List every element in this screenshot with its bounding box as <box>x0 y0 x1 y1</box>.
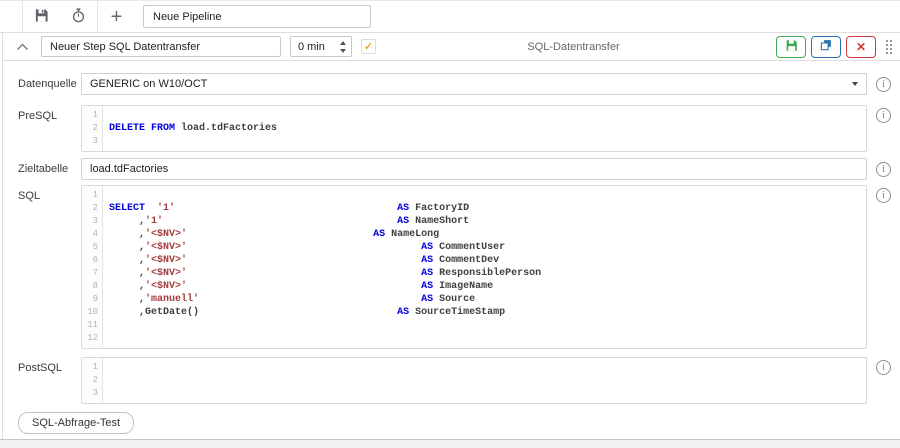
zieltabelle-label: Zieltabelle <box>3 163 81 175</box>
zieltabelle-info-icon[interactable]: i <box>876 162 891 177</box>
sql-editor[interactable]: 123456789101112 SELECT '1' AS FactoryID … <box>81 185 867 349</box>
presql-gutter: 123 <box>82 106 103 151</box>
postsql-editor[interactable]: 123 <box>81 357 867 404</box>
step-type-label: SQL-Datentransfer <box>376 41 771 53</box>
step-panel: 0 min ✓ SQL-Datentransfer <box>2 33 900 439</box>
datenquelle-info-icon[interactable]: i <box>876 77 891 92</box>
step-name-input[interactable] <box>41 36 281 57</box>
postsql-label: PostSQL <box>3 357 81 374</box>
datenquelle-value: GENERIC on W10/OCT <box>90 78 207 90</box>
plus-icon: + <box>111 7 123 27</box>
spinner-down-icon[interactable] <box>340 49 346 53</box>
toolbar-spacer <box>0 1 23 32</box>
step-save-button[interactable] <box>776 36 806 58</box>
step-form: Datenquelle GENERIC on W10/OCT i PreSQL … <box>3 61 900 439</box>
pipeline-name-input[interactable] <box>143 5 371 28</box>
presql-editor[interactable]: 123 DELETE FROM load.tdFactories <box>81 105 867 152</box>
add-step-button[interactable]: + <box>98 1 135 32</box>
duration-spinner[interactable] <box>335 37 351 56</box>
presql-code[interactable]: DELETE FROM load.tdFactories <box>103 106 866 151</box>
datenquelle-select[interactable]: GENERIC on W10/OCT <box>81 73 867 95</box>
postsql-gutter: 123 <box>82 358 103 403</box>
sql-label: SQL <box>3 185 81 202</box>
next-section-edge <box>0 439 900 448</box>
step-header: 0 min ✓ SQL-Datentransfer <box>3 33 900 61</box>
sql-code[interactable]: SELECT '1' AS FactoryID ,'1' AS NameShor… <box>103 186 866 348</box>
duration-stepper[interactable]: 0 min <box>290 36 352 57</box>
collapse-step-button[interactable] <box>3 33 41 60</box>
save-icon <box>34 8 49 26</box>
close-icon: ✕ <box>856 40 866 54</box>
postsql-code[interactable] <box>103 358 866 403</box>
sql-row: SQL 123456789101112 SELECT '1' AS Factor… <box>3 185 900 349</box>
step-enabled-checkbox[interactable]: ✓ <box>361 39 376 54</box>
schedule-button[interactable] <box>60 1 97 32</box>
stopwatch-icon <box>71 8 86 26</box>
pipeline-toolbar: + <box>0 0 900 33</box>
zieltabelle-row: Zieltabelle i <box>3 158 900 180</box>
postsql-row: PostSQL 123 i <box>3 357 900 404</box>
step-delete-button[interactable]: ✕ <box>846 36 876 58</box>
sql-gutter: 123456789101112 <box>82 186 103 348</box>
sql-abfrage-test-button[interactable]: SQL-Abfrage-Test <box>18 412 134 434</box>
datenquelle-row: Datenquelle GENERIC on W10/OCT i <box>3 73 900 95</box>
drag-handle[interactable] <box>886 40 892 54</box>
zieltabelle-input[interactable] <box>81 158 867 180</box>
step-copy-button[interactable] <box>811 36 841 58</box>
duration-value: 0 min <box>291 41 335 53</box>
save-pipeline-button[interactable] <box>23 1 60 32</box>
datenquelle-label: Datenquelle <box>3 78 81 90</box>
spinner-up-icon[interactable] <box>340 41 346 45</box>
presql-label: PreSQL <box>3 105 81 122</box>
postsql-info-icon[interactable]: i <box>876 360 891 375</box>
presql-row: PreSQL 123 DELETE FROM load.tdFactories … <box>3 105 900 152</box>
save-icon <box>785 39 798 55</box>
copy-icon <box>820 39 832 54</box>
chevron-down-icon <box>852 82 858 86</box>
check-icon: ✓ <box>364 40 373 53</box>
chevron-up-icon <box>16 39 29 54</box>
presql-info-icon[interactable]: i <box>876 108 891 123</box>
sql-info-icon[interactable]: i <box>876 188 891 203</box>
